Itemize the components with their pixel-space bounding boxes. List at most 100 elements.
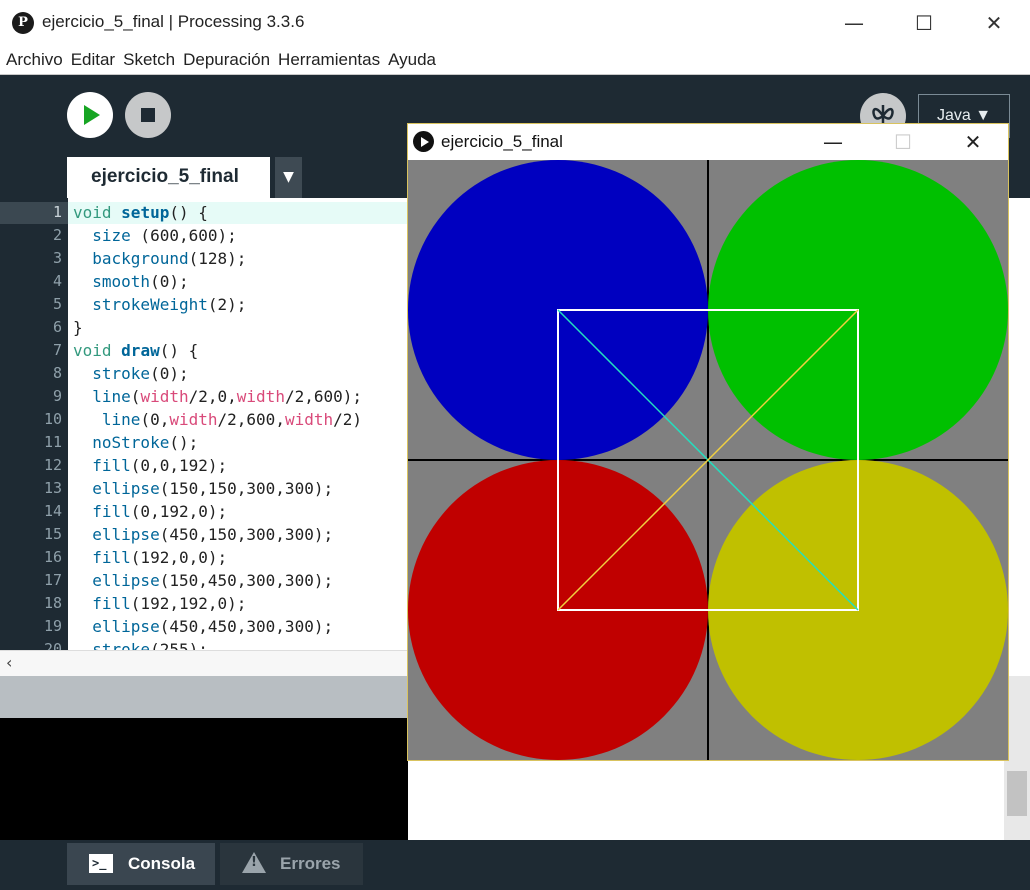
code-line[interactable]: 3 background(128); — [0, 247, 408, 270]
code-token: () { — [169, 203, 208, 222]
code-text: strokeWeight(2); — [73, 293, 246, 316]
code-token: width — [169, 410, 218, 429]
code-text: fill(0,0,192); — [73, 454, 227, 477]
code-text: } — [73, 316, 83, 339]
scrollbar-thumb[interactable] — [1007, 771, 1027, 816]
code-text: noStroke(); — [73, 431, 198, 454]
menu-ayuda[interactable]: Ayuda — [382, 46, 438, 70]
code-token: size — [92, 226, 131, 245]
code-line[interactable]: 19 ellipse(450,450,300,300); — [0, 615, 408, 638]
menu-herramientas[interactable]: Herramientas — [272, 46, 382, 70]
console-area[interactable] — [0, 718, 408, 840]
play-icon — [84, 105, 100, 125]
line-number: 8 — [52, 364, 62, 382]
tab-menu-button[interactable]: ▼ — [275, 157, 302, 198]
code-line[interactable]: 14 fill(0,192,0); — [0, 500, 408, 523]
stop-button[interactable] — [125, 92, 171, 138]
tab-errors[interactable]: ! Errores — [220, 843, 363, 885]
horizontal-scrollbar[interactable]: ‹ — [0, 650, 408, 677]
sketch-window[interactable]: ejercicio_5_final — ☐ ✕ — [407, 123, 1009, 761]
line-number: 14 — [43, 502, 62, 520]
menu-depuracion[interactable]: Depuración — [177, 46, 272, 70]
code-token: fill — [92, 594, 131, 613]
editor-console-divider[interactable] — [0, 676, 408, 718]
line-number: 5 — [52, 295, 62, 313]
line-number: 15 — [43, 525, 62, 543]
maximize-button[interactable]: ☐ — [904, 5, 944, 41]
code-token: /2) — [333, 410, 363, 429]
run-button[interactable] — [67, 92, 113, 138]
code-line[interactable]: 12 fill(0,0,192); — [0, 454, 408, 477]
code-text: ellipse(450,450,300,300); — [73, 615, 333, 638]
code-token: (450,450,300,300); — [159, 617, 334, 636]
stop-icon — [141, 108, 155, 122]
code-token: ellipse — [92, 617, 160, 636]
sketch-minimize-button[interactable]: — — [813, 127, 853, 157]
scroll-left-icon[interactable]: ‹ — [6, 653, 12, 672]
code-token: (0,0,192); — [130, 456, 228, 475]
code-line[interactable]: 1 void setup() { — [0, 201, 408, 224]
code-token: line — [101, 410, 141, 429]
code-token: () { — [159, 341, 199, 360]
code-editor[interactable]: 1 void setup() {2 size (600,600); 3 backgr… — [0, 198, 408, 650]
code-token: ( — [130, 387, 141, 406]
line-number: 2 — [52, 226, 62, 244]
close-button[interactable]: ✕ — [974, 5, 1014, 41]
code-line[interactable]: 16 fill(192,0,0); — [0, 546, 408, 569]
code-line[interactable]: 10 line(0,width/2,600,width/2) — [0, 408, 408, 431]
sketch-maximize-button[interactable]: ☐ — [883, 127, 923, 157]
code-text: fill(192,192,0); — [73, 592, 246, 615]
code-line[interactable]: 6} — [0, 316, 408, 339]
code-text: background(128); — [73, 247, 246, 270]
code-token: (); — [169, 433, 199, 452]
code-token: background — [92, 249, 189, 268]
tab-console[interactable]: >_ Consola — [67, 843, 215, 885]
sketch-drawing — [408, 160, 1008, 760]
menu-archivo[interactable]: Archivo — [0, 46, 65, 70]
minimize-button[interactable]: — — [834, 5, 874, 41]
code-token: (0); — [150, 364, 189, 383]
code-line[interactable]: 8 stroke(0); — [0, 362, 408, 385]
code-line[interactable]: 18 fill(192,192,0); — [0, 592, 408, 615]
code-token: /2,600, — [217, 410, 285, 429]
line-number: 6 — [52, 318, 62, 336]
code-token: stroke — [92, 364, 151, 383]
code-text: ellipse(450,150,300,300); — [73, 523, 333, 546]
terminal-icon: >_ — [89, 854, 113, 873]
line-number: 19 — [43, 617, 62, 635]
menu-sketch[interactable]: Sketch — [117, 46, 177, 70]
code-line[interactable]: 7 void draw() { — [0, 339, 408, 362]
sketch-close-button[interactable]: ✕ — [953, 127, 993, 157]
code-line[interactable]: 2 size (600,600); — [0, 224, 408, 247]
code-token: smooth — [92, 272, 151, 291]
code-line[interactable]: 4 smooth(0); — [0, 270, 408, 293]
code-token: fill — [92, 456, 131, 475]
code-token: line — [92, 387, 131, 406]
code-line[interactable]: 20 stroke(255); — [0, 638, 408, 650]
code-line[interactable]: 5 strokeWeight(2); — [0, 293, 408, 316]
code-token: /2,600); — [284, 387, 363, 406]
sketch-play-icon — [413, 131, 434, 152]
title-bar: P ejercicio_5_final | Processing 3.3.6 —… — [0, 0, 1030, 46]
code-line[interactable]: 17 ellipse(150,450,300,300); — [0, 569, 408, 592]
code-token: void — [73, 341, 122, 360]
menu-editar[interactable]: Editar — [65, 46, 117, 70]
code-line[interactable]: 15 ellipse(450,150,300,300); — [0, 523, 408, 546]
code-token: ellipse — [92, 479, 160, 498]
code-line[interactable]: 11 noStroke(); — [0, 431, 408, 454]
code-token: void — [73, 203, 122, 222]
code-text: stroke(0); — [73, 362, 189, 385]
sketch-canvas[interactable] — [408, 160, 1008, 760]
tab-ejercicio-5-final[interactable]: ejercicio_5_final — [67, 157, 270, 198]
code-line[interactable]: 9 line(width/2,0,width/2,600); — [0, 385, 408, 408]
code-line[interactable]: 13 ellipse(150,150,300,300); — [0, 477, 408, 500]
sketch-title-bar[interactable]: ejercicio_5_final — ☐ ✕ — [408, 124, 1008, 160]
